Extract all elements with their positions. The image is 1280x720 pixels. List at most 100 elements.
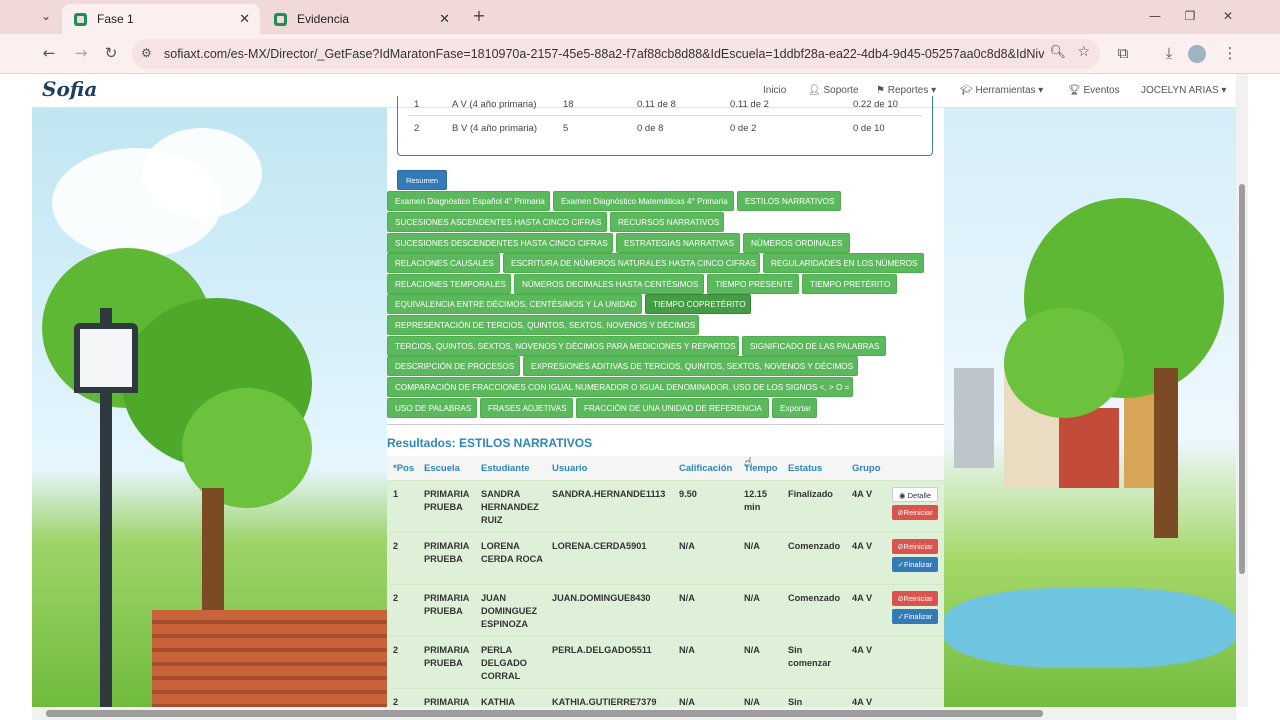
topic-button[interactable]: ESTILOS NARRATIVOS	[737, 191, 841, 211]
topic-button[interactable]: ESCRITURA DE NÚMEROS NATURALES HASTA CIN…	[503, 253, 760, 273]
topic-button[interactable]: TIEMPO PRESENTE	[707, 274, 799, 294]
topic-button[interactable]: SUCESIONES DESCENDENTES HASTA CINCO CIFR…	[387, 233, 613, 253]
topic-button[interactable]: DESCRIPCIÓN DE PROCESOS	[387, 356, 520, 376]
lamp-head	[74, 323, 138, 393]
topic-button[interactable]: EXPRESIONES ADITIVAS DE TERCIOS, QUINTOS…	[523, 356, 858, 376]
cell-pos: 2	[393, 593, 399, 603]
cell-grupo: 4A V	[852, 645, 873, 655]
export-button[interactable]: Exportar	[772, 398, 817, 418]
topic-button[interactable]: COMPARACIÓN DE FRACCIONES CON IGUAL NUME…	[387, 377, 853, 397]
table-row: 2 PRIMARIA PRUEBA JUAN DOMINGUEZ ESPINOZA J…	[387, 584, 944, 636]
graduation-cap-icon: 🎓︎	[960, 85, 976, 96]
cell-usuario: LORENA.CERDA5901	[552, 541, 647, 551]
bookmark-star-icon[interactable]: ☆	[1077, 44, 1090, 60]
topic-button[interactable]: RECURSOS NARRATIVOS	[610, 212, 724, 232]
topic-button[interactable]: FRACCIÓN DE UNA UNIDAD DE REFERENCIA	[576, 398, 769, 418]
sofia-logo[interactable]: Sofia	[42, 77, 97, 101]
topic-button[interactable]: REPRESENTACIÓN DE TERCIOS, QUINTOS, SEXT…	[387, 315, 699, 335]
topic-button[interactable]: Examen Diagnóstico Español 4° Primaria	[387, 191, 550, 211]
cell-calif: N/A	[679, 697, 695, 707]
mouse-cursor-icon: ☝	[744, 455, 753, 471]
header-pos[interactable]: *Pos	[393, 463, 414, 474]
park-illustration-left	[32, 108, 387, 707]
cell-pos: 2	[393, 697, 399, 707]
header-calificacion[interactable]: Calificación	[679, 463, 732, 474]
topic-button[interactable]: FRASES ADJETIVAS	[480, 398, 573, 418]
reiniciar-button[interactable]: ⊘Reiniciar	[892, 539, 938, 554]
vertical-scrollbar[interactable]	[1236, 74, 1248, 707]
detalle-button[interactable]: ◉ Detalle	[892, 487, 938, 502]
button-label: Reiniciar	[903, 542, 933, 551]
download-icon[interactable]: ⤓	[1158, 44, 1180, 64]
reiniciar-button[interactable]: ⊘Reiniciar	[892, 591, 938, 606]
site-info-icon[interactable]: ⚙	[141, 46, 157, 62]
close-icon[interactable]: ✕	[439, 12, 450, 27]
cell-usuario: JUAN.DOMINGUE8430	[552, 593, 651, 603]
profile-avatar[interactable]	[1188, 45, 1206, 63]
topic-button[interactable]: Examen Diagnóstico Matemáticas 4° Primar…	[553, 191, 734, 211]
extensions-icon[interactable]: ⧉	[1112, 44, 1134, 64]
menu-dots-icon[interactable]: ⋮	[1219, 44, 1241, 64]
back-arrow-icon[interactable]: ←	[38, 44, 60, 64]
finalizar-button[interactable]: ✓Finalizar	[892, 609, 938, 624]
cell-estatus: Comenzado	[788, 541, 841, 551]
topic-button[interactable]: TERCIOS, QUINTOS, SEXTOS, NOVENOS Y DÉCI…	[387, 336, 739, 356]
minimize-button[interactable]: —	[1143, 9, 1167, 27]
topic-button[interactable]: NÚMEROS DECIMALES HASTA CENTÉSIMOS	[514, 274, 704, 294]
finalizar-button[interactable]: ✓Finalizar	[892, 557, 938, 572]
viewport-edge-left	[0, 74, 32, 720]
topic-button[interactable]: TIEMPO PRETÉRITO	[802, 274, 897, 294]
header-escuela[interactable]: Escuela	[424, 463, 460, 474]
tab-evidencia[interactable]: Evidencia ✕	[262, 4, 460, 34]
close-icon[interactable]: ✕	[239, 12, 250, 27]
maximize-button[interactable]: ❐	[1178, 9, 1202, 27]
header-grupo[interactable]: Grupo	[852, 463, 881, 474]
tab-search-icon[interactable]: ⌄	[34, 9, 58, 27]
cell: 5	[563, 123, 569, 134]
horizontal-scrollbar[interactable]	[32, 707, 1236, 720]
nav-user-menu[interactable]: JOCELYN ARIAS ▾	[1141, 85, 1226, 96]
topic-button[interactable]: EQUIVALENCIA ENTRE DÉCIMOS, CENTÉSIMOS Y…	[387, 294, 642, 314]
topic-button[interactable]: SUCESIONES ASCENDENTES HASTA CINCO CIFRA…	[387, 212, 607, 232]
results-title: Resultados: ESTILOS NARRATIVOS	[387, 436, 593, 450]
reiniciar-button[interactable]: ⊘Reiniciar	[892, 505, 938, 520]
tab-fase1[interactable]: Fase 1 ✕	[62, 4, 260, 34]
reload-icon[interactable]: ↻	[100, 44, 122, 64]
nav-herramientas[interactable]: 🎓︎ Herramientas ▾	[960, 85, 1043, 96]
new-tab-button[interactable]: +	[467, 6, 491, 25]
close-window-button[interactable]: ✕	[1216, 9, 1240, 27]
header-estatus[interactable]: Estatus	[788, 463, 822, 474]
cell-calif: N/A	[679, 645, 695, 655]
topic-button[interactable]: ESTRATEGIAS NARRATIVAS	[616, 233, 740, 253]
topic-button[interactable]: RELACIONES TEMPORALES	[387, 274, 511, 294]
topic-button[interactable]: SIGNIFICADO DE LAS PALABRAS	[742, 336, 886, 356]
cell-estudiante: SANDRA HERNANDEZ RUIZ	[481, 489, 539, 525]
resumen-button[interactable]: Resumen	[397, 170, 447, 190]
topic-button[interactable]: RELACIONES CAUSALES	[387, 253, 500, 273]
topic-button[interactable]: REGULARIDADES EN LOS NÚMEROS	[763, 253, 924, 273]
forward-arrow-icon[interactable]: →	[70, 44, 92, 64]
topic-button-active[interactable]: TIEMPO COPRETÉRITO	[645, 294, 751, 314]
web-page: Sofia Inicio 👤︎ Soporte ⚑ Reportes ▾ 🎓︎ …	[32, 74, 1236, 707]
cell-estudiante: KATHIA	[481, 697, 516, 707]
cell-estatus: Comenzado	[788, 593, 841, 603]
topic-button[interactable]: USO DE PALABRAS	[387, 398, 477, 418]
nav-eventos[interactable]: 🏆︎ Eventos	[1068, 85, 1120, 96]
cell: 0 de 2	[730, 123, 757, 134]
cell-escuela: PRIMARIA PRUEBA	[424, 541, 470, 564]
zoom-icon[interactable]: 🔍︎	[1049, 45, 1066, 60]
table-row: 2 PRIMARIA PRUEBA LORENA CERDA ROCA LORENA.…	[387, 532, 944, 584]
header-usuario[interactable]: Usuario	[552, 463, 587, 474]
scroll-thumb[interactable]	[1239, 184, 1245, 574]
nav-eventos-label: Eventos	[1083, 85, 1120, 96]
topic-button[interactable]: NÚMEROS ORDINALES	[743, 233, 850, 253]
eye-icon: ◉	[899, 491, 908, 500]
cell: 0.22 de 10	[853, 99, 898, 110]
button-label: Finalizar	[903, 612, 933, 621]
scroll-thumb[interactable]	[46, 710, 1043, 717]
address-bar[interactable]: ⚙ sofiaxt.com/es-MX/Director/_GetFase?Id…	[132, 39, 1100, 69]
table-row: 2 B V (4 año primaria) 5 0 de 8 0 de 2 0…	[408, 116, 922, 140]
header-estudiante[interactable]: Estudiante	[481, 463, 530, 474]
cell-usuario: PERLA.DELGADO5511	[552, 645, 652, 655]
cell-pos: 2	[393, 645, 399, 655]
